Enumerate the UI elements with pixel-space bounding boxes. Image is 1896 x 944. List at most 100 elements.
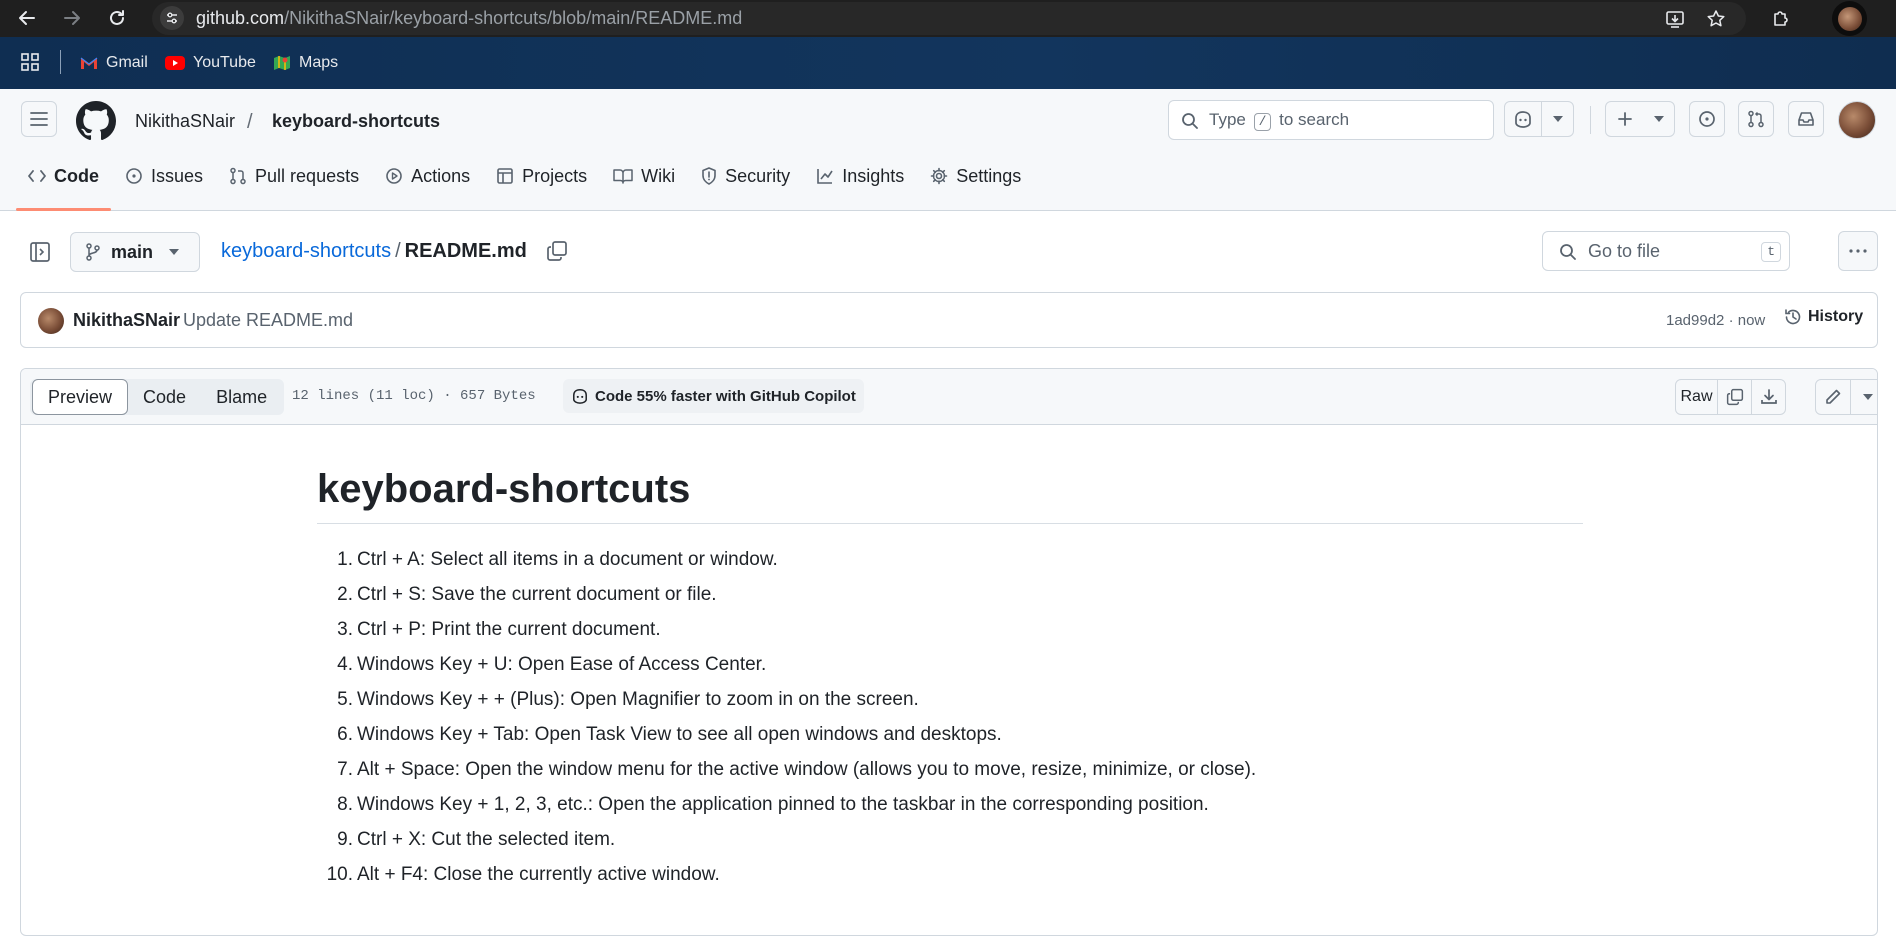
commit-author-avatar[interactable]	[38, 308, 64, 334]
chrome-profile-avatar[interactable]	[1832, 1, 1867, 36]
url-path: /NikithaSNair/keyboard-shortcuts/blob/ma…	[284, 8, 743, 28]
copilot-menu[interactable]	[1504, 101, 1574, 137]
breadcrumb-repo-link[interactable]: keyboard-shortcuts	[221, 240, 391, 262]
issue-icon	[1698, 110, 1716, 128]
history-icon	[1784, 308, 1802, 326]
tab-code[interactable]: Code	[16, 153, 111, 211]
kebab-horizontal-icon	[1849, 249, 1867, 253]
youtube-icon	[165, 56, 185, 70]
tab-pull-requests[interactable]: Pull requests	[217, 153, 371, 199]
create-new-menu[interactable]	[1605, 101, 1675, 137]
download-icon	[1760, 388, 1778, 406]
your-pull-requests-button[interactable]	[1738, 101, 1774, 137]
inbox-button[interactable]	[1788, 101, 1824, 137]
bookmark-maps[interactable]: Maps	[273, 37, 338, 89]
bookmarks-divider	[60, 50, 61, 74]
more-options-button[interactable]	[1838, 231, 1878, 271]
copilot-dropdown[interactable]	[1541, 102, 1573, 136]
hamburger-icon	[30, 111, 48, 127]
tab-label: Issues	[151, 165, 204, 186]
bookmarks-bar: Gmail YouTube Maps	[0, 37, 1896, 89]
create-new-dropdown[interactable]	[1644, 102, 1674, 136]
apps-grid-icon[interactable]	[20, 52, 40, 72]
bookmark-gmail[interactable]: Gmail	[80, 37, 148, 89]
bookmark-label: YouTube	[193, 54, 256, 71]
tab-settings[interactable]: Settings	[918, 153, 1033, 199]
list-item: 3. Ctrl + P: Print the current document.	[317, 612, 1583, 647]
tab-actions[interactable]: Actions	[373, 153, 482, 199]
blame-tab[interactable]: Blame	[201, 380, 282, 414]
user-avatar[interactable]	[1838, 101, 1876, 139]
list-text: Windows Key + 1, 2, 3, etc.: Open the ap…	[357, 794, 1209, 815]
pull-request-icon	[1747, 110, 1765, 128]
bookmark-star-icon[interactable]	[1703, 6, 1729, 32]
list-text: Windows Key + + (Plus): Open Magnifier t…	[357, 689, 919, 710]
list-item: 8. Windows Key + 1, 2, 3, etc.: Open the …	[317, 787, 1583, 822]
list-text: Ctrl + X: Cut the selected item.	[357, 829, 616, 850]
edit-dropdown[interactable]	[1850, 380, 1877, 414]
list-item: 4. Windows Key + U: Open Ease of Access C…	[317, 647, 1583, 682]
address-bar[interactable]: github.com/NikithaSNair/keyboard-shortcu…	[152, 2, 1746, 35]
bookmark-label: Gmail	[106, 54, 148, 71]
commit-hash-time[interactable]: 1ad99d2 · now	[1666, 312, 1765, 329]
global-menu-button[interactable]	[21, 101, 57, 137]
back-button[interactable]	[13, 4, 41, 32]
shortcut-list: 1. Ctrl + A: Select all items in a docume…	[317, 542, 1583, 892]
tab-security[interactable]: Security	[689, 153, 802, 199]
preview-tab[interactable]: Preview	[32, 379, 129, 415]
chevron-down-icon	[169, 249, 180, 255]
raw-button[interactable]: Raw	[1676, 380, 1717, 414]
edit-file-button[interactable]	[1816, 380, 1850, 414]
url-text[interactable]: github.com/NikithaSNair/keyboard-shortcu…	[196, 2, 742, 35]
go-to-file-input[interactable]: Go to file t	[1542, 231, 1790, 271]
search-input[interactable]: Type / to search	[1168, 100, 1494, 140]
tab-issues[interactable]: Issues	[113, 153, 215, 199]
repo-link[interactable]: keyboard-shortcuts	[272, 111, 440, 132]
inbox-icon	[1797, 111, 1815, 127]
bookmark-youtube[interactable]: YouTube	[165, 37, 256, 89]
copy-raw-button[interactable]	[1717, 380, 1751, 414]
search-placeholder: Type / to search	[1209, 101, 1349, 139]
bookmark-label: Maps	[299, 54, 339, 71]
list-item: 2. Ctrl + S: Save the current document or…	[317, 577, 1583, 612]
reload-button[interactable]	[103, 4, 131, 32]
code-view-tab[interactable]: Code	[128, 380, 201, 414]
site-info-icon[interactable]	[160, 6, 184, 30]
tab-projects[interactable]: Projects	[484, 153, 599, 199]
github-logo-icon[interactable]	[76, 101, 116, 141]
extensions-button[interactable]	[1767, 4, 1795, 32]
tab-label: Wiki	[641, 165, 676, 186]
commit-message[interactable]: Update README.md	[183, 310, 353, 331]
chevron-down-icon	[1552, 116, 1563, 122]
tab-wiki[interactable]: Wiki	[601, 153, 687, 199]
your-issues-button[interactable]	[1689, 101, 1725, 137]
shield-icon	[701, 167, 717, 185]
download-button[interactable]	[1751, 380, 1785, 414]
view-switcher: Preview Code Blame	[30, 379, 285, 415]
list-text: Ctrl + A: Select all items in a document…	[357, 549, 778, 570]
forward-button[interactable]	[58, 4, 86, 32]
list-item: 6. Windows Key + Tab: Open Task View to s…	[317, 717, 1583, 752]
install-app-icon[interactable]	[1662, 6, 1688, 32]
plus-icon	[1617, 111, 1633, 127]
readme-content: keyboard-shortcuts 1. Ctrl + A: Select al…	[317, 463, 1583, 892]
copilot-button[interactable]	[1505, 102, 1541, 136]
file-toolbar: Preview Code Blame 12 lines (11 loc) · 6…	[21, 369, 1877, 425]
copy-icon[interactable]	[546, 240, 568, 262]
list-text: Ctrl + P: Print the current document.	[357, 619, 661, 640]
raw-copy-download-group: Raw	[1675, 379, 1786, 415]
create-new-button[interactable]	[1606, 102, 1644, 136]
copilot-promo[interactable]: Code 55% faster with GitHub Copilot	[563, 379, 864, 413]
tab-label: Settings	[956, 165, 1022, 186]
tab-insights[interactable]: Insights	[804, 153, 916, 199]
arrow-left-icon	[18, 9, 36, 27]
owner-link[interactable]: NikithaSNair	[135, 111, 235, 132]
history-button[interactable]: History	[1784, 308, 1863, 326]
list-text: Alt + Space: Open the window menu for th…	[357, 759, 1257, 780]
branch-selector[interactable]: main	[70, 232, 200, 272]
sidebar-expand-icon[interactable]	[24, 236, 56, 268]
tab-label: Code	[54, 165, 99, 186]
commit-author[interactable]: NikithaSNair	[73, 310, 180, 331]
pull-request-icon	[229, 167, 247, 185]
maps-icon	[273, 54, 291, 72]
